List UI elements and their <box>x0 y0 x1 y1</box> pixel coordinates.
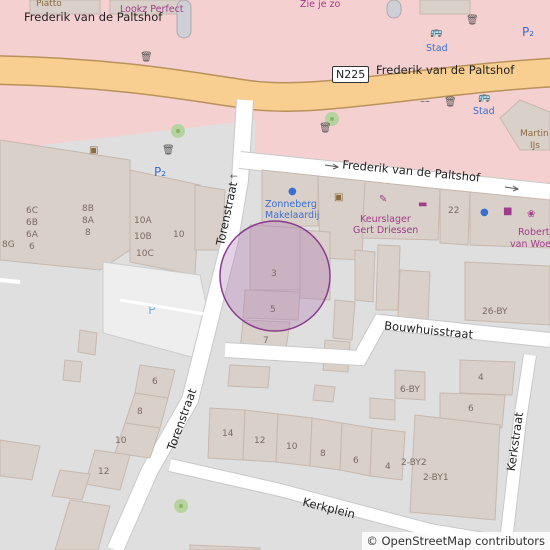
building <box>0 139 131 271</box>
waste-basket-icon: 🗑 <box>162 145 175 156</box>
poi-robert-1[interactable]: Robert <box>518 228 550 238</box>
building <box>397 269 431 321</box>
house-number: 6A <box>26 230 38 240</box>
house-number: 10 <box>173 230 185 240</box>
house-number: 10 <box>286 442 298 452</box>
building <box>77 329 98 356</box>
butcher-icon[interactable]: ✎ <box>379 195 387 205</box>
bicycle-parking-icon[interactable]: P₂ <box>154 166 166 178</box>
house-number: 8A <box>82 216 94 226</box>
building <box>439 188 471 246</box>
house-number: 2-BY1 <box>423 473 449 483</box>
house-number: 6-BY <box>400 385 420 395</box>
oneway-arrow-icon: ← <box>230 172 238 182</box>
poi-stad-1[interactable]: Stad <box>426 44 448 54</box>
building <box>62 359 83 383</box>
tree-icon-core <box>330 117 334 121</box>
poi-martin-ijs-1[interactable]: Martin <box>520 130 549 139</box>
poi-keurslager-2[interactable]: Gert Driessen <box>353 226 418 236</box>
house-number: 4 <box>385 462 391 472</box>
house-number: 5 <box>270 305 276 315</box>
tree-icon-core <box>176 129 180 133</box>
poi-stad-2[interactable]: Stad <box>473 107 495 117</box>
house-number: 6B <box>26 218 38 228</box>
building <box>312 384 336 403</box>
building <box>275 413 313 467</box>
house-number: 3 <box>271 269 277 279</box>
house-number: 8 <box>137 407 143 417</box>
building <box>375 244 401 311</box>
bicycle-parking-icon[interactable]: P₂ <box>522 26 534 38</box>
building <box>227 364 271 389</box>
house-number: 6 <box>468 404 474 414</box>
building <box>332 299 356 341</box>
poi-zie-je-zo[interactable]: Zie je zo <box>300 0 340 10</box>
poi-lookz[interactable]: Lookz Perfect <box>120 5 184 15</box>
house-number: 12 <box>98 467 110 477</box>
bus-stop-icon[interactable]: 🚌 <box>430 28 442 38</box>
house-number: 2-BY2 <box>401 458 427 468</box>
building <box>419 0 471 15</box>
footway <box>0 278 21 284</box>
poi-robert-2[interactable]: van Woerek <box>510 240 550 250</box>
laundry-icon[interactable]: ■ <box>503 207 512 217</box>
poi-zonneberg-1[interactable]: Zonneberg <box>265 200 317 210</box>
building <box>459 359 516 396</box>
building <box>354 249 376 303</box>
furniture-icon[interactable]: ▬ <box>418 200 427 210</box>
building <box>309 417 343 471</box>
house-number: 8 <box>85 228 91 238</box>
waste-basket-icon: 🗑 <box>466 15 479 26</box>
waste-basket-icon: 🗑 <box>140 52 153 63</box>
house-number: 4 <box>478 373 484 383</box>
house-number: 10C <box>136 249 154 259</box>
building <box>369 427 406 481</box>
house-number: 8B <box>82 204 94 214</box>
house-number: 6 <box>353 456 359 466</box>
gift-icon[interactable]: ❀ <box>527 210 535 220</box>
shop-icon[interactable]: ▣ <box>89 146 98 156</box>
attribution-link[interactable]: OpenStreetMap contributors <box>381 534 545 548</box>
building <box>339 422 373 477</box>
poi-martin-ijs-2[interactable]: IJs <box>530 142 540 151</box>
shop-icon[interactable]: ▣ <box>334 193 343 203</box>
house-number: 6 <box>29 242 35 252</box>
house-number: 8 <box>320 449 326 459</box>
waste-basket-icon: 🗑 <box>444 97 457 108</box>
house-number: 14 <box>222 429 234 439</box>
house-number: 8G <box>2 240 15 250</box>
bus-stop-icon[interactable]: 🚌 <box>478 93 490 103</box>
poi-keurslager-1[interactable]: Keurslager <box>360 215 411 225</box>
poi-zonneberg-2[interactable]: Makelaardij <box>265 211 319 221</box>
poi-piatto[interactable]: Piatto <box>36 0 62 9</box>
tree-icon-core <box>179 504 183 508</box>
bench-icon: –– <box>420 96 430 107</box>
house-number: 10 <box>115 436 127 446</box>
house-number: 6 <box>152 377 158 387</box>
map-attribution[interactable]: © OpenStreetMap contributors <box>362 532 550 550</box>
office-icon[interactable]: ● <box>288 187 297 197</box>
route-shield-n225: N225 <box>332 66 370 83</box>
map-viewport[interactable]: P Frederik van de Paltshof N225 Frederik… <box>0 0 550 550</box>
house-number: 7 <box>263 336 269 346</box>
street-label-frederik-main: Frederik van de Paltshof <box>376 63 515 77</box>
office-icon[interactable]: ● <box>480 208 489 218</box>
house-number: 10B <box>134 232 152 242</box>
house-number: 10A <box>134 216 152 226</box>
house-number: 26-BY <box>482 307 508 317</box>
building <box>369 397 396 421</box>
house-number: 12 <box>254 436 266 446</box>
waste-basket-icon: 🗑 <box>319 123 332 134</box>
house-number: 22 <box>448 206 460 216</box>
copyright-symbol: © <box>366 534 378 548</box>
house-number: 6C <box>26 206 39 216</box>
road-end <box>386 0 402 19</box>
